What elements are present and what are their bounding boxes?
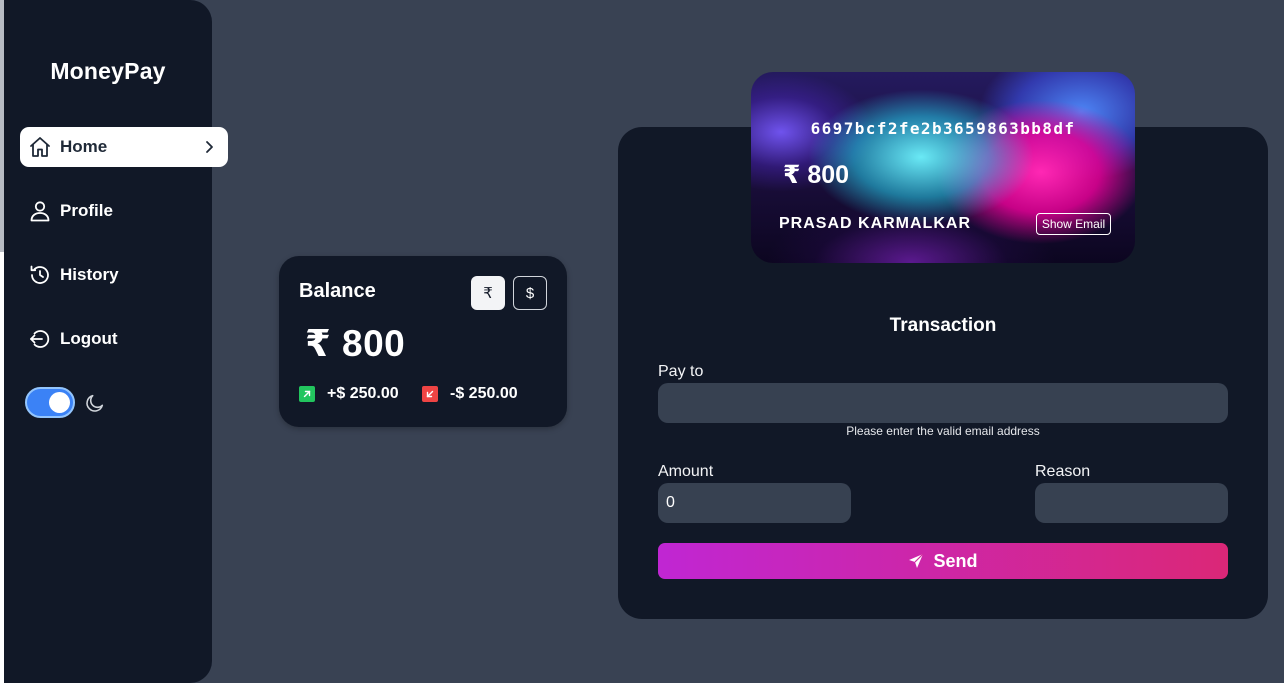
send-button[interactable]: Send	[658, 543, 1228, 579]
show-email-button[interactable]: Show Email	[1036, 213, 1111, 235]
sidebar-item-label: Profile	[60, 201, 113, 220]
rupee-currency-button[interactable]: ₹	[471, 276, 505, 310]
incoming-stat: +$ 250.00	[299, 385, 399, 403]
outgoing-stat: -$ 250.00	[422, 385, 518, 403]
dark-mode-toggle[interactable]	[25, 387, 75, 418]
amount-input[interactable]	[658, 483, 851, 523]
send-label: Send	[933, 550, 978, 571]
arrow-up-right-icon	[299, 386, 315, 402]
sidebar-item-label: History	[60, 265, 119, 284]
card-holder-name: PRASAD KARMALKAR	[779, 215, 971, 232]
send-icon	[908, 553, 924, 569]
pay-to-input[interactable]	[658, 383, 1228, 423]
sidebar-item-label: Home	[60, 137, 108, 156]
brand-logo: MoneyPay	[50, 58, 166, 84]
amount-label: Amount	[658, 463, 714, 480]
user-icon	[28, 199, 52, 223]
sidebar: MoneyPay Home Profile History Logout	[4, 0, 228, 683]
reason-input[interactable]	[1035, 483, 1228, 523]
home-icon	[28, 135, 52, 159]
card-balance: ₹ 800	[783, 161, 850, 189]
arrow-down-left-icon	[422, 386, 438, 402]
sidebar-item-profile[interactable]: Profile	[20, 191, 228, 231]
logout-icon	[28, 327, 52, 351]
sidebar-item-history[interactable]: History	[20, 255, 228, 295]
pay-to-hint: Please enter the valid email address	[846, 424, 1040, 438]
balance-title: Balance	[299, 280, 376, 302]
moon-icon	[84, 392, 106, 414]
incoming-amount: +$ 250.00	[327, 385, 399, 402]
sidebar-item-home[interactable]: Home	[20, 127, 228, 167]
payment-card: 6697bcf2fe2b3659863bb8df ₹ 800 PRASAD KA…	[751, 72, 1135, 263]
chevron-right-icon	[200, 138, 218, 156]
dollar-currency-button[interactable]: $	[513, 276, 547, 310]
reason-label: Reason	[1035, 463, 1091, 480]
transaction-title: Transaction	[889, 315, 997, 336]
sidebar-item-logout[interactable]: Logout	[20, 319, 228, 359]
sidebar-item-label: Logout	[60, 329, 118, 348]
card-number: 6697bcf2fe2b3659863bb8df	[810, 119, 1076, 138]
balance-card: Balance ₹ $ ₹ 800 +$ 250.00 -$ 250.00	[279, 256, 567, 427]
history-icon	[28, 263, 52, 287]
pay-to-label: Pay to	[658, 363, 704, 380]
balance-amount: ₹ 800	[305, 323, 406, 364]
outgoing-amount: -$ 250.00	[450, 385, 518, 402]
